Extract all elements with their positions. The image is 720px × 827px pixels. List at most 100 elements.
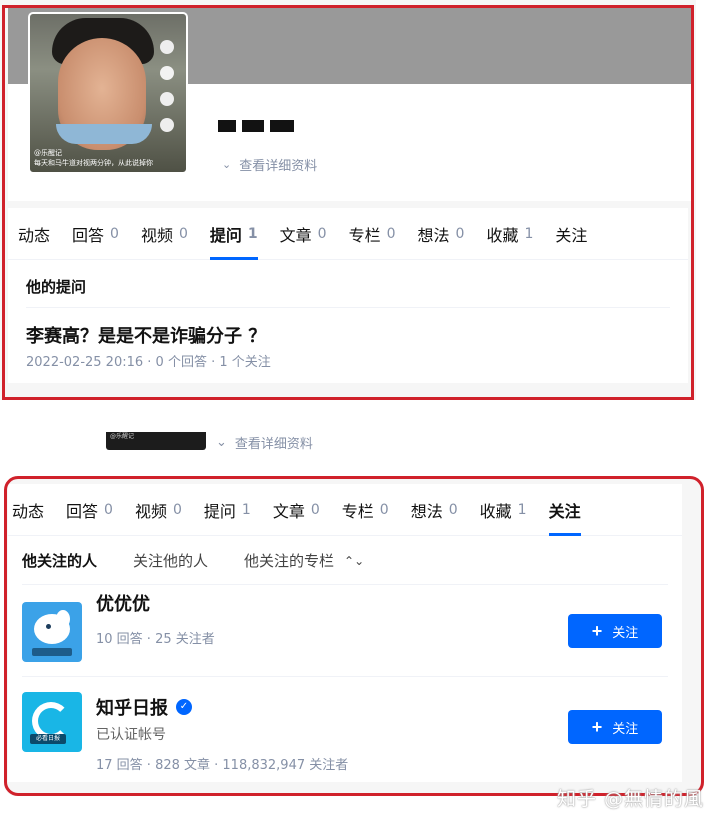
- sort-updown-icon: ⌃⌄: [344, 553, 365, 568]
- tab-count: 0: [455, 225, 465, 242]
- user-stats: 17 回答 · 828 文章 · 118,832,947 关注者: [96, 758, 349, 773]
- comment-icon: [160, 92, 174, 106]
- question-title-link[interactable]: 李赛高？是是不是诈骗分子 ？: [26, 322, 266, 348]
- chevron-down-icon: ⌄: [216, 435, 227, 450]
- profile-icon: [160, 40, 174, 54]
- tab-2[interactable]: 视频 0: [141, 208, 188, 260]
- tab-count: 1: [517, 501, 527, 518]
- watermark: 知乎 @無情的風: [556, 788, 704, 810]
- tab-1[interactable]: 回答 0: [66, 484, 113, 536]
- tab-count: 0: [317, 225, 327, 242]
- tab-label: 提问: [209, 225, 242, 245]
- tab-count: 0: [310, 501, 320, 518]
- follow-button[interactable]: + 关注: [568, 710, 662, 744]
- divider: [26, 307, 670, 308]
- tab-1[interactable]: 回答 0: [72, 208, 119, 260]
- tab-label: 专栏: [348, 225, 381, 245]
- heart-icon: [160, 66, 174, 80]
- tab-label: 想法: [410, 501, 443, 521]
- tab-7[interactable]: 收藏 1: [480, 484, 527, 536]
- tab-count: 0: [172, 501, 182, 518]
- tab-5[interactable]: 专栏 0: [349, 208, 396, 260]
- plus-icon: +: [591, 717, 603, 737]
- user-name-link[interactable]: 优优优: [96, 592, 150, 614]
- tab-label: 文章: [272, 501, 305, 521]
- tab-label: 关注: [548, 501, 581, 521]
- view-details-label: 查看详细资料: [234, 437, 313, 452]
- follow-button[interactable]: + 关注: [568, 614, 662, 648]
- following-card: 动态 回答 0 视频 0 提问 1 文章 0 专栏 0 想法 0 收藏 1 关注 他关注的人 关注他的人 他关…: [8, 484, 682, 782]
- daily-logo-text: 必看日报: [30, 734, 66, 744]
- tab-label: 文章: [279, 225, 312, 245]
- tab-3[interactable]: 提问 1: [209, 208, 258, 260]
- tab-count: 1: [241, 501, 251, 518]
- avatar-thumbnail-partial: @乐醒记: [106, 432, 206, 450]
- star-icon: [160, 118, 174, 132]
- following-panel: 动态 回答 0 视频 0 提问 1 文章 0 专栏 0 想法 0 收藏 1 关注 他关注的人 关注他的人 他关…: [4, 478, 704, 796]
- follow-button-label: 关注: [612, 624, 639, 640]
- tab-count: 0: [178, 225, 188, 242]
- question-meta: 2022-02-25 20:16 · 0 个回答 · 1 个关注: [26, 355, 271, 370]
- list-item: 优优优 10 回答 · 25 关注者 + 关注: [22, 594, 668, 682]
- subtab-followers[interactable]: 关注他的人: [133, 550, 208, 571]
- tab-label: 动态: [12, 501, 45, 521]
- user-name-label: 知乎日报: [96, 698, 168, 719]
- divider: [22, 676, 668, 677]
- tab-label: 收藏: [486, 225, 519, 245]
- tab-count: 0: [104, 501, 113, 518]
- tab-4[interactable]: 文章 0: [280, 208, 327, 260]
- tab-8[interactable]: 关注: [548, 484, 581, 536]
- tab-label: 视频: [140, 225, 173, 245]
- section-title: 他的提问: [26, 278, 87, 296]
- tab-7[interactable]: 收藏 1: [486, 208, 533, 260]
- subtab-following-people[interactable]: 他关注的人: [22, 550, 97, 571]
- tab-count: 1: [247, 225, 258, 242]
- subtab-following-columns-label: 他关注的专栏: [244, 552, 335, 570]
- tab-label: 视频: [134, 501, 167, 521]
- chevron-down-icon: ⌄: [222, 158, 232, 171]
- view-details-link-2[interactable]: ⌄ 查看详细资料: [216, 433, 313, 452]
- tab-6[interactable]: 想法 0: [418, 208, 465, 260]
- tab-count: 0: [386, 225, 396, 242]
- tab-count: 0: [448, 501, 458, 518]
- tab-label: 回答: [72, 225, 105, 245]
- profile-name-clipped: [216, 112, 306, 132]
- tab-label: 想法: [417, 225, 450, 245]
- avatar-caption: @乐醒记 每天和马牛道对视两分钟，从此说掉你: [34, 149, 153, 167]
- tab-label: 关注: [555, 225, 588, 245]
- questions-card: 动态 回答 0 视频 0 提问 1 文章 0 专栏 0 想法 0 收藏 1 关注 他的提问 李赛高？是是不是诈…: [8, 208, 688, 383]
- user-avatar-dog[interactable]: [22, 602, 82, 662]
- zhihu-daily-avatar[interactable]: 必看日报: [22, 692, 82, 752]
- user-name-link[interactable]: 知乎日报 ✓: [96, 694, 192, 720]
- avatar[interactable]: @乐醒记 每天和马牛道对视两分钟，从此说掉你: [28, 12, 188, 174]
- follow-button-label: 关注: [612, 720, 639, 736]
- tab-0[interactable]: 动态: [12, 484, 44, 536]
- user-description: 已认证帐号: [96, 727, 166, 743]
- tab-label: 动态: [18, 225, 51, 245]
- tab-count: 1: [524, 225, 534, 242]
- view-details-label: 查看详细资料: [239, 159, 318, 174]
- tab-4[interactable]: 文章 0: [273, 484, 320, 536]
- plus-icon: +: [591, 621, 603, 641]
- tab-count: 0: [379, 501, 389, 518]
- tab-label: 收藏: [479, 501, 512, 521]
- profile-panel: @乐醒记 每天和马牛道对视两分钟，从此说掉你 ⌄ 查看详细资料 动态 回答 0 视频 0…: [0, 0, 696, 400]
- tab-0[interactable]: 动态: [18, 208, 50, 260]
- tab-6[interactable]: 想法 0: [411, 484, 458, 536]
- tab-count: 0: [110, 225, 119, 242]
- view-details-link[interactable]: ⌄ 查看详细资料: [222, 155, 317, 174]
- tab-2[interactable]: 视频 0: [135, 484, 182, 536]
- tab-label: 提问: [203, 501, 236, 521]
- profile-tabs: 动态 回答 0 视频 0 提问 1 文章 0 专栏 0 想法 0 收藏 1 关注: [8, 484, 682, 536]
- tab-label: 回答: [66, 501, 99, 521]
- tab-label: 专栏: [341, 501, 374, 521]
- tab-5[interactable]: 专栏 0: [342, 484, 389, 536]
- user-stats: 10 回答 · 25 关注者: [96, 632, 215, 647]
- subtab-following-columns[interactable]: 他关注的专栏 ⌃⌄: [244, 550, 364, 571]
- verified-badge-icon: ✓: [176, 699, 192, 715]
- list-item: 必看日报 知乎日报 ✓ 已认证帐号 17 回答 · 828 文章 · 118,8…: [22, 692, 668, 776]
- following-subtabs: 他关注的人 关注他的人 他关注的专栏 ⌃⌄: [22, 550, 364, 571]
- tab-8[interactable]: 关注: [555, 208, 587, 260]
- divider: [22, 584, 668, 585]
- tab-3[interactable]: 提问 1: [204, 484, 251, 536]
